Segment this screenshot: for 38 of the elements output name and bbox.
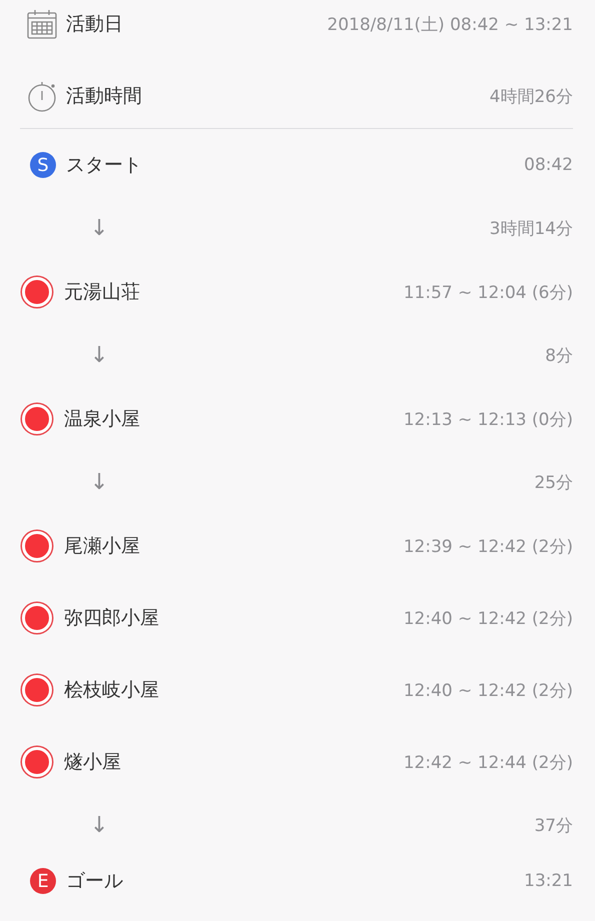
leg-duration: 8分: [545, 345, 573, 367]
summary-label: 活動時間: [66, 84, 142, 109]
summary-value: 2018/8/11(土) 08:42 ~ 13:21: [327, 14, 573, 36]
stopwatch-icon: [26, 80, 58, 112]
calendar-icon: [26, 8, 58, 40]
checkpoint-marker-icon: [22, 531, 52, 561]
leg-duration: 37分: [534, 815, 573, 837]
checkpoint-marker-icon: [22, 603, 52, 633]
leg-duration: 3時間14分: [490, 218, 573, 240]
waypoint-time: 08:42: [524, 155, 573, 175]
waypoint-time: 13:21: [524, 871, 573, 891]
waypoint-name: 尾瀬小屋: [64, 534, 140, 559]
waypoint-name: 温泉小屋: [64, 407, 140, 432]
waypoint-time: 12:13 ~ 12:13 (0分): [403, 408, 573, 430]
waypoint-time: 12:42 ~ 12:44 (2分): [403, 752, 573, 774]
down-arrow: ↓: [90, 343, 108, 368]
waypoint-name: 桧枝岐小屋: [64, 678, 159, 703]
summary-label: 活動日: [66, 12, 123, 37]
waypoint-time: 12:40 ~ 12:42 (2分): [403, 680, 573, 702]
down-arrow: ↓: [90, 470, 108, 495]
checkpoint-marker-icon: [22, 277, 52, 307]
checkpoint-marker-icon: [22, 675, 52, 705]
goal-badge: E: [30, 868, 56, 894]
checkpoint-marker-icon: [22, 747, 52, 777]
waypoint-name: ゴール: [66, 869, 123, 894]
waypoint-name: 弥四郎小屋: [64, 606, 159, 631]
checkpoint-marker-icon: [22, 404, 52, 434]
summary-value: 4時間26分: [490, 86, 573, 108]
start-badge: S: [30, 152, 56, 178]
waypoint-time: 11:57 ~ 12:04 (6分): [403, 282, 573, 304]
waypoint-time: 12:39 ~ 12:42 (2分): [403, 536, 573, 558]
waypoint-time: 12:40 ~ 12:42 (2分): [403, 608, 573, 630]
waypoint-name: 元湯山荘: [64, 280, 140, 305]
waypoint-name: スタート: [66, 153, 142, 178]
waypoint-name: 燧小屋: [64, 750, 121, 775]
down-arrow: ↓: [90, 813, 108, 838]
down-arrow: ↓: [90, 216, 108, 241]
leg-duration: 25分: [534, 472, 573, 494]
